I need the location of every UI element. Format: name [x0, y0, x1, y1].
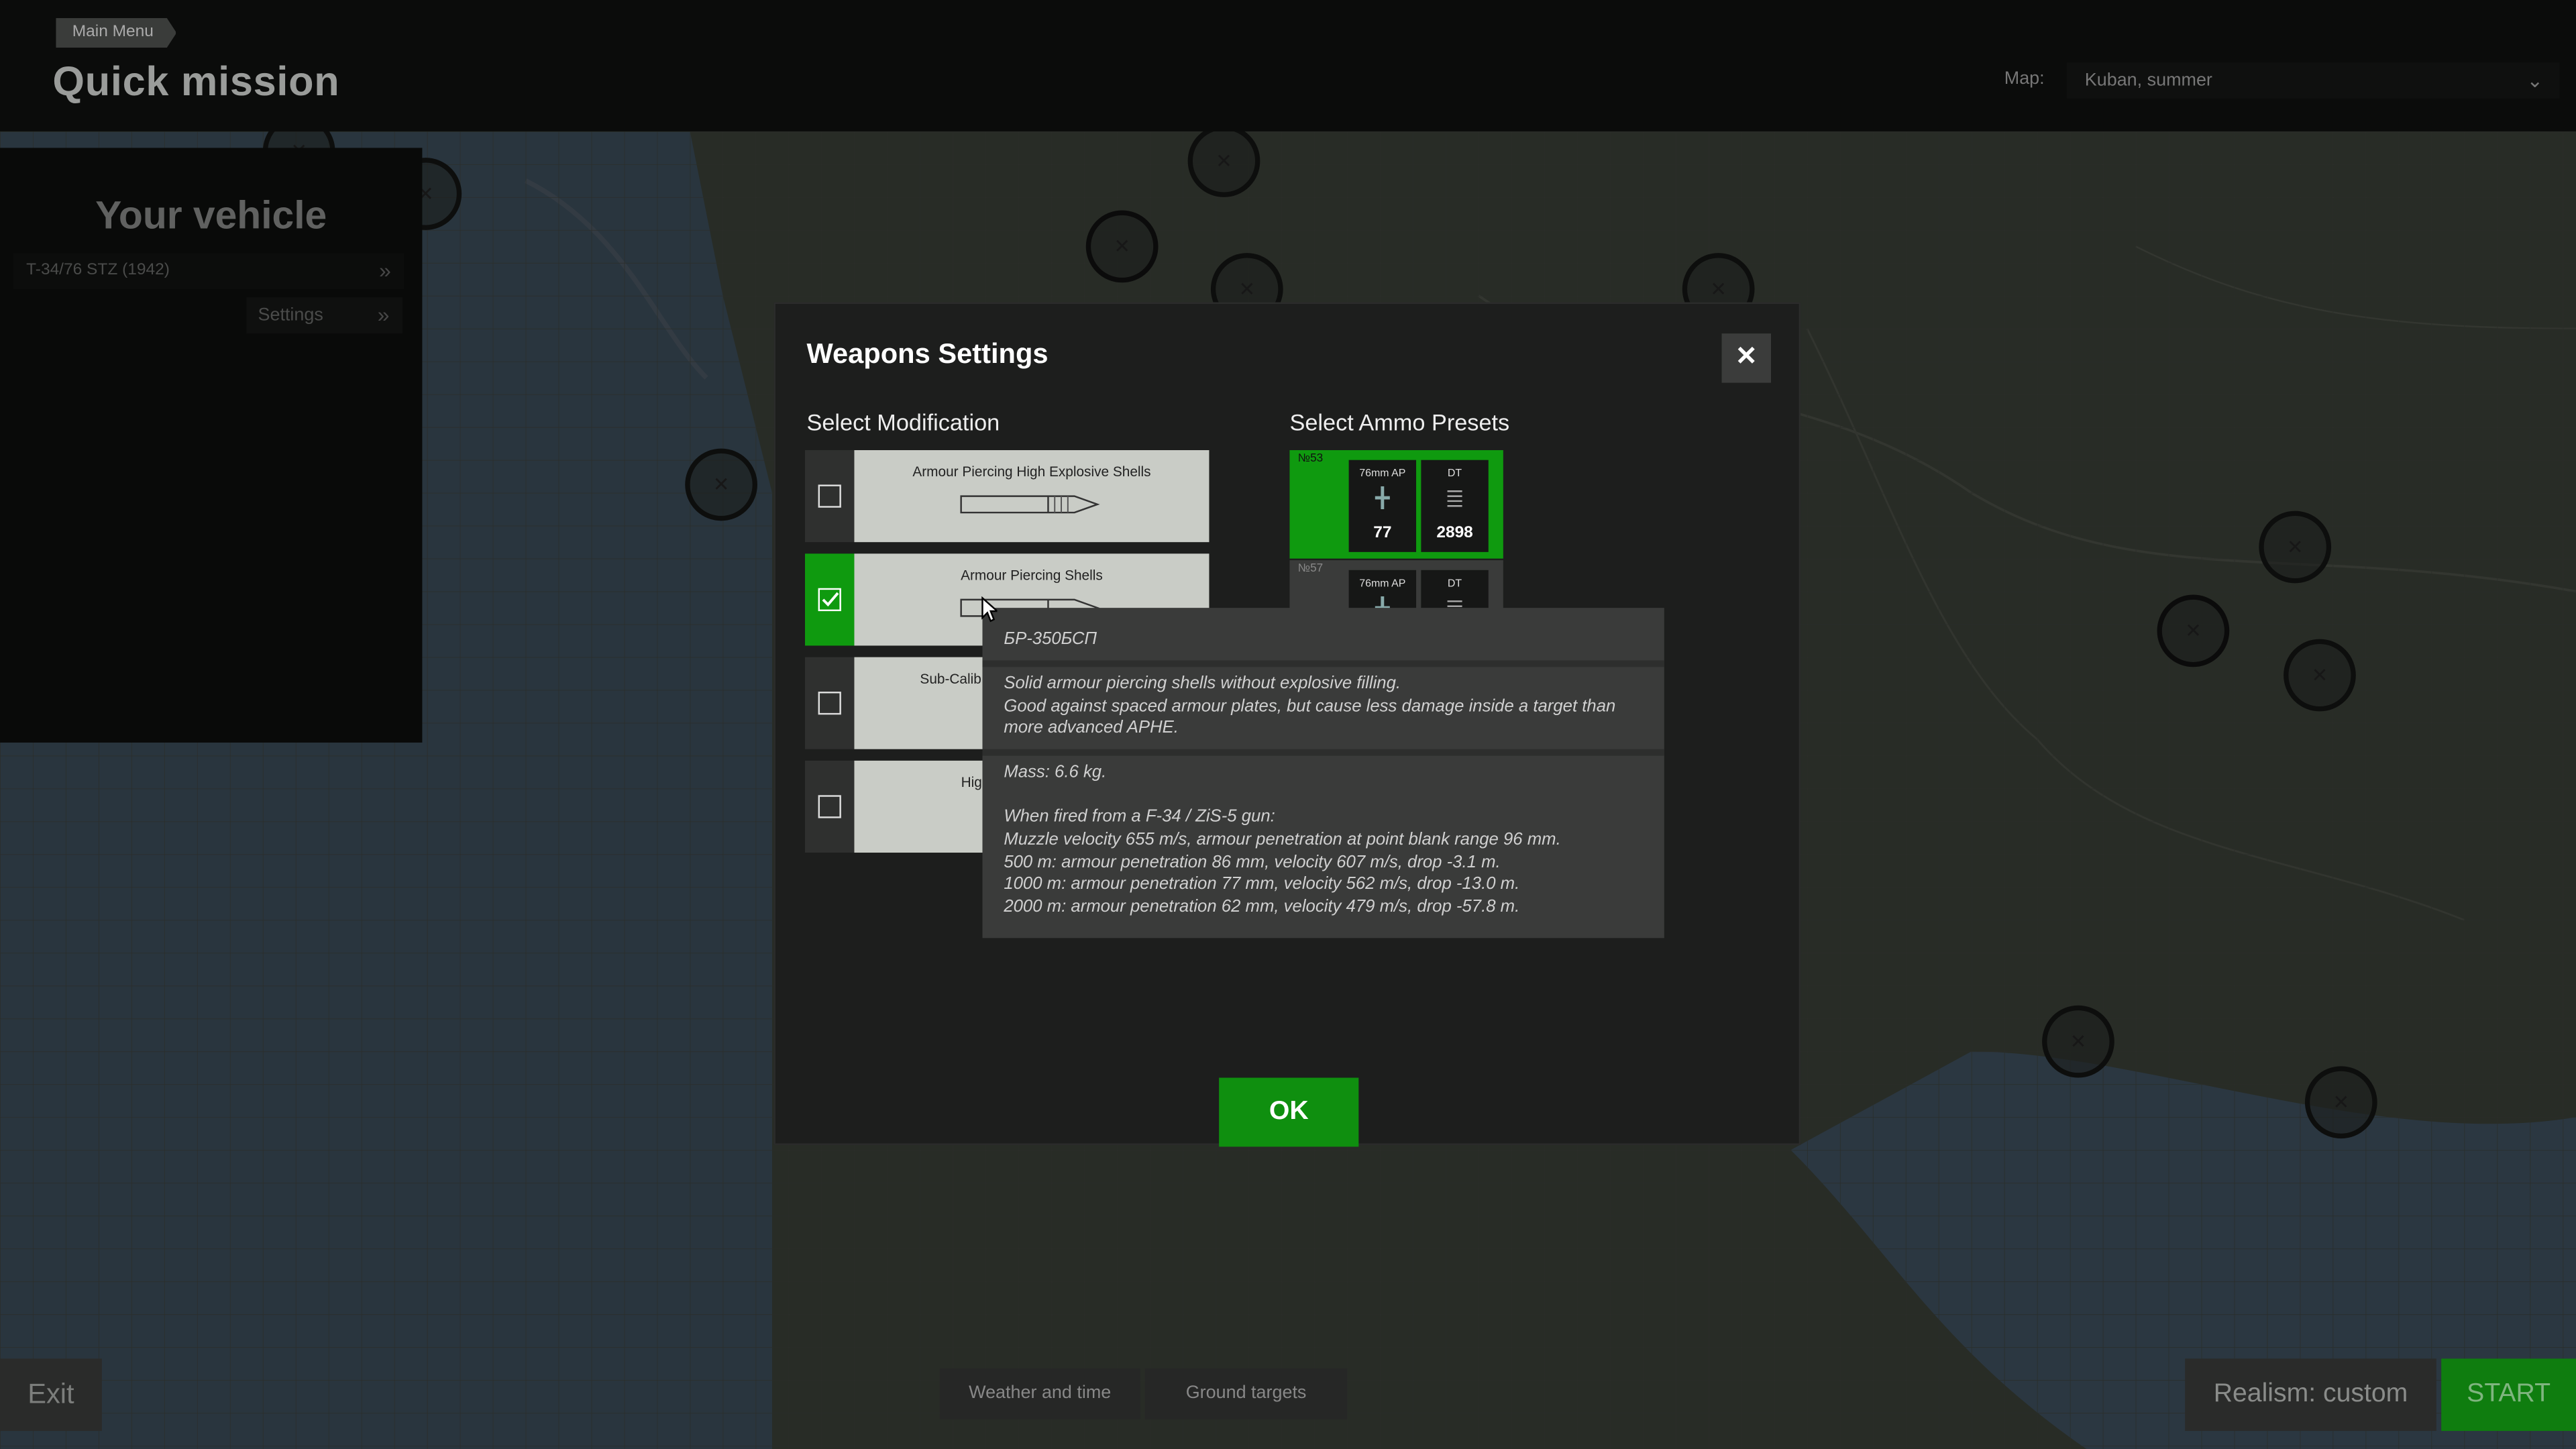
tooltip-divider: [982, 749, 1664, 756]
tooltip-shell-name: БР-350БСП: [1004, 629, 1097, 649]
chevron-down-icon: ⌄: [2526, 68, 2544, 93]
top-bar: Main Menu Quick mission Map: Kuban, summ…: [0, 0, 2576, 131]
start-button[interactable]: START: [2441, 1358, 2576, 1432]
map-select[interactable]: Kuban, summer ⌄: [2066, 62, 2560, 99]
close-icon[interactable]: ✕: [1721, 333, 1772, 383]
ammo-preset[interactable]: №53 76mm AP 77 DT 2898: [1289, 450, 1503, 559]
map-select-value: Kuban, summer: [2084, 70, 2212, 91]
tooltip-range-1000: 1000 m: armour penetration 77 mm, veloci…: [1004, 873, 1520, 894]
tooltip-range-2000: 2000 m: armour penetration 62 mm, veloci…: [1004, 897, 1520, 917]
page-title: Quick mission: [52, 59, 340, 105]
ammo-presets-heading: Select Ammo Presets: [1289, 409, 1510, 435]
ammo-name: DT: [1447, 468, 1462, 480]
exit-button[interactable]: Exit: [0, 1358, 102, 1432]
modification-card[interactable]: Armour Piercing High Explosive Shells: [854, 450, 1210, 543]
modification-checkbox[interactable]: [805, 760, 855, 853]
tooltip-mass: Mass: 6.6 kg.: [1004, 762, 1107, 782]
ammo-name: DT: [1447, 578, 1462, 590]
tooltip-gun-intro: When fired from a F-34 / ZiS-5 gun:: [1004, 806, 1275, 826]
realism-button[interactable]: Realism: custom: [2185, 1358, 2436, 1432]
tooltip-range-500: 500 m: armour penetration 86 mm, velocit…: [1004, 853, 1501, 873]
shell-icon: [960, 495, 1100, 514]
dialog-title: Weapons Settings: [806, 338, 1049, 370]
modification-heading: Select Modification: [806, 409, 1000, 435]
map-label: Map:: [2004, 68, 2045, 89]
tooltip-description: Solid armour piercing shells without exp…: [1004, 674, 1616, 739]
modification-label: Armour Piercing Shells: [961, 566, 1103, 584]
shell-icon: [1375, 486, 1390, 510]
tooltip-divider: [982, 660, 1664, 667]
modification-label: Armour Piercing High Explosive Shells: [912, 463, 1151, 480]
ammo-slot[interactable]: 76mm AP 77: [1348, 460, 1417, 552]
modification-checkbox[interactable]: [805, 657, 855, 749]
mouse-cursor-icon: [981, 596, 998, 623]
ok-button[interactable]: OK: [1219, 1077, 1359, 1147]
modification-checkbox[interactable]: [805, 553, 855, 646]
ground-targets-button[interactable]: Ground targets: [1144, 1368, 1348, 1419]
preset-number: №57: [1297, 564, 1324, 576]
modification-checkbox[interactable]: [805, 450, 855, 543]
ammo-slot[interactable]: DT 2898: [1421, 460, 1489, 552]
machine-gun-ammo-icon: [1447, 490, 1462, 507]
ammo-count: 2898: [1436, 524, 1473, 543]
tooltip-muzzle: Muzzle velocity 655 m/s, armour penetrat…: [1004, 829, 1561, 850]
ammo-count: 77: [1373, 524, 1392, 543]
modification-option[interactable]: Armour Piercing High Explosive Shells: [805, 450, 1210, 543]
ammo-name: 76mm AP: [1359, 578, 1406, 590]
weather-and-time-button[interactable]: Weather and time: [939, 1368, 1140, 1419]
preset-number: №53: [1297, 453, 1324, 466]
breadcrumb[interactable]: Main Menu: [56, 17, 177, 48]
checkmark-icon: [822, 592, 839, 607]
shell-tooltip: БР-350БСП Solid armour piercing shells w…: [982, 608, 1664, 938]
ammo-name: 76mm AP: [1359, 468, 1406, 480]
